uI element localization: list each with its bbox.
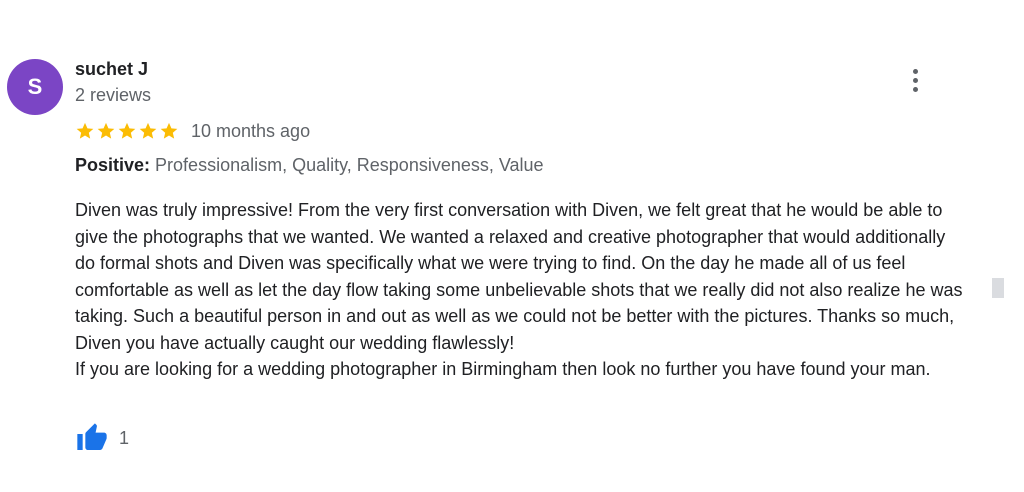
star-icon: [118, 122, 136, 139]
review-attributes: Positive: Professionalism, Quality, Resp…: [75, 155, 544, 176]
review-text: Diven was truly impressive! From the ver…: [75, 197, 970, 383]
review-paragraph: Diven was truly impressive! From the ver…: [75, 200, 963, 353]
more-options-button[interactable]: [904, 64, 926, 96]
thumbs-up-icon: [77, 423, 107, 450]
review-count[interactable]: 2 reviews: [75, 85, 151, 106]
attributes-value: Professionalism, Quality, Responsiveness…: [155, 155, 544, 175]
review-time: 10 months ago: [191, 120, 311, 141]
more-vert-icon: [912, 68, 918, 92]
reviewer-name[interactable]: suchet J: [75, 59, 148, 80]
rating-row: 10 months ago: [75, 120, 310, 142]
star-rating: [75, 121, 179, 141]
star-icon: [76, 122, 94, 139]
attributes-label: Positive:: [75, 155, 151, 175]
scrollbar-thumb[interactable]: [992, 278, 1004, 298]
star-icon: [160, 122, 178, 139]
star-icon: [139, 122, 157, 139]
avatar-initial: S: [27, 74, 43, 99]
like-count: 1: [119, 427, 130, 448]
review-card: S suchet J 2 reviews 10 months ago Posit…: [0, 0, 1024, 492]
review-paragraph: If you are looking for a wedding photogr…: [75, 359, 931, 379]
like-row: 1: [75, 421, 129, 455]
avatar[interactable]: S: [7, 59, 63, 115]
star-icon: [97, 122, 115, 139]
like-button[interactable]: [75, 421, 111, 455]
